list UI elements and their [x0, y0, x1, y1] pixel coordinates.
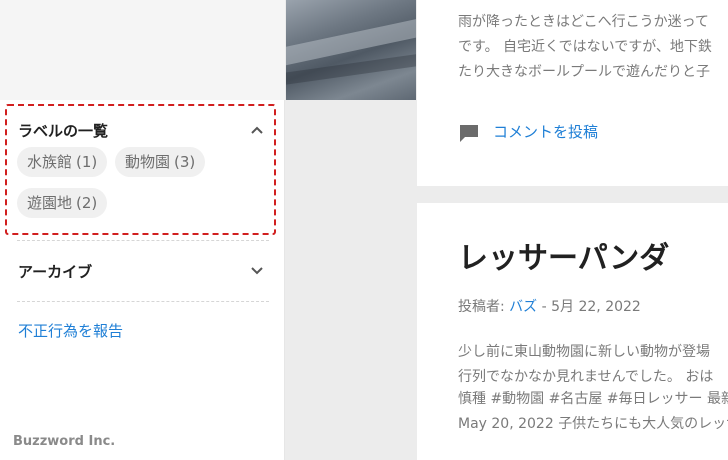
post-comment-link[interactable]: コメントを投稿	[493, 121, 598, 142]
label-chip-name: 遊園地	[27, 194, 73, 212]
post-snippet-line: 少し前に東山動物園に新しい動物が登場	[458, 344, 710, 360]
report-abuse-link[interactable]: 不正行為を報告	[18, 320, 123, 341]
sidebar: ラベルの一覧 水族館 (1) 動物園 (3) 遊園地 (2) アーカイブ 不正行為を報…	[0, 0, 285, 460]
labels-widget-title[interactable]: ラベルの一覧	[18, 120, 108, 141]
sidebar-divider	[17, 301, 269, 302]
label-chip-count: (3)	[174, 153, 196, 171]
label-chip-amusement-park[interactable]: 遊園地 (2)	[17, 188, 108, 218]
byline-separator: -	[537, 299, 552, 315]
post-snippet-line: May 20, 2022 子供たちにも大人気のレッサ	[458, 416, 728, 432]
post-card: レッサーパンダ 投稿者: バズ - 5月 22, 2022 少し前に東山動物園に…	[417, 203, 728, 460]
byline-prefix: 投稿者:	[458, 299, 510, 315]
post-date[interactable]: 5月 22, 2022	[551, 299, 641, 315]
post-snippet-line: たり大きなボールプールで遊んだりと子	[458, 64, 710, 80]
comment-icon[interactable]	[458, 123, 480, 143]
chevron-down-icon[interactable]	[250, 264, 264, 278]
author-link[interactable]: バズ	[509, 299, 537, 315]
post-snippet-line: 慎種 #動物園 #名古屋 #毎日レッサー 最新	[458, 391, 728, 407]
label-chip-name: 動物園	[125, 153, 171, 171]
sidebar-divider	[17, 240, 269, 241]
label-chip-aquarium[interactable]: 水族館 (1)	[17, 147, 108, 177]
footer-brand: Buzzword Inc.	[13, 434, 116, 449]
label-chip-zoo[interactable]: 動物園 (3)	[115, 147, 206, 177]
post-title[interactable]: レッサーパンダ	[458, 233, 669, 277]
post-snippet-line: 雨が降ったときはどこへ行こうか迷って	[458, 14, 709, 30]
label-chip-name: 水族館	[27, 153, 73, 171]
archive-widget-title[interactable]: アーカイブ	[18, 261, 92, 282]
post-card: 雨が降ったときはどこへ行こうか迷って です。 自宅近くではないですが、地下鉄 た…	[417, 0, 728, 186]
post-byline: 投稿者: バズ - 5月 22, 2022	[458, 296, 641, 316]
sidebar-header-area	[0, 0, 285, 100]
label-chip-count: (1)	[76, 153, 98, 171]
post-snippet-line: です。 自宅近くではないですが、地下鉄	[458, 39, 712, 55]
post-thumbnail-image[interactable]	[286, 0, 416, 100]
label-chip-count: (2)	[76, 194, 98, 212]
chevron-up-icon[interactable]	[250, 123, 264, 137]
